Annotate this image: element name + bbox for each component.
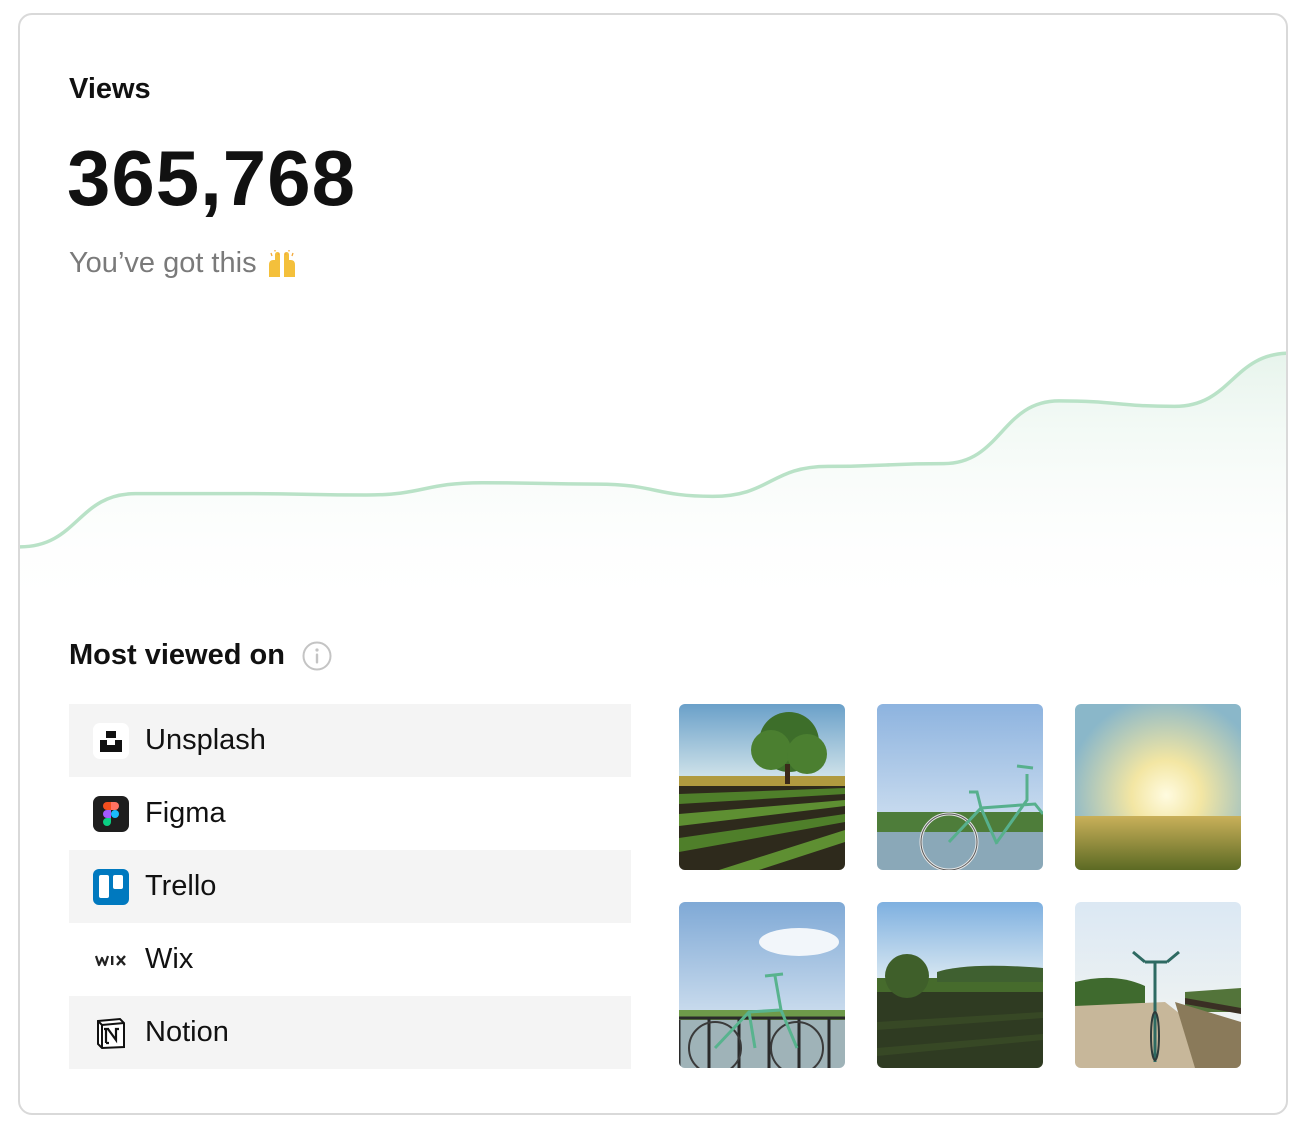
source-label: Trello <box>145 870 217 902</box>
photo-sunset-meadow[interactable] <box>1075 704 1241 870</box>
views-card: Views 365,768 You’ve got this Most viewe… <box>18 13 1288 1115</box>
source-label: Wix <box>145 943 194 975</box>
views-trend-chart <box>20 351 1286 615</box>
photo-bicycle-lake[interactable] <box>877 704 1043 870</box>
views-label: Views <box>69 73 151 105</box>
views-count: 365,768 <box>67 134 356 222</box>
photo-crop-field[interactable] <box>679 704 845 870</box>
views-area-fill <box>20 353 1286 615</box>
photo-bicycle-road[interactable] <box>1075 902 1241 1068</box>
figma-logo-icon <box>93 795 129 832</box>
source-item-trello[interactable]: Trello <box>69 850 631 923</box>
unsplash-logo-icon <box>93 722 129 759</box>
most-viewed-heading: Most viewed on <box>69 639 333 672</box>
source-item-unsplash[interactable]: Unsplash <box>69 704 631 777</box>
encouragement-label: You’ve got this <box>69 247 257 279</box>
trello-logo-icon <box>93 868 129 905</box>
source-label: Unsplash <box>145 724 266 756</box>
most-viewed-title: Most viewed on <box>69 639 285 671</box>
info-icon[interactable] <box>301 640 333 672</box>
photo-grid <box>679 704 1242 1068</box>
source-list: Unsplash Figma Trello Wix Notion <box>69 704 631 1069</box>
photo-bicycle-bridge[interactable] <box>679 902 845 1068</box>
encouragement-text: You’ve got this <box>69 247 299 280</box>
source-item-notion[interactable]: Notion <box>69 996 631 1069</box>
source-label: Notion <box>145 1016 229 1048</box>
wix-logo-icon <box>94 954 126 966</box>
source-item-figma[interactable]: Figma <box>69 777 631 850</box>
raising-hands-emoji-icon <box>268 249 295 277</box>
source-label: Figma <box>145 797 226 829</box>
notion-logo-icon <box>97 1017 125 1049</box>
source-item-wix[interactable]: Wix <box>69 923 631 996</box>
photo-green-field[interactable] <box>877 902 1043 1068</box>
